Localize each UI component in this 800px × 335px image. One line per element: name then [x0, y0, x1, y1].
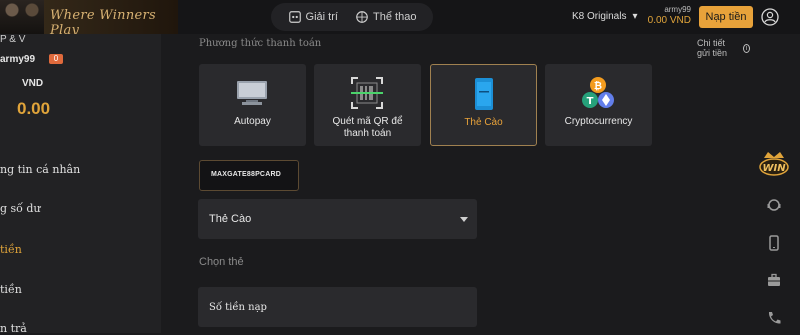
mobile-icon[interactable]: [766, 235, 782, 251]
crypto-coins-icon: ₿T: [582, 77, 614, 108]
amount-placeholder: Số tiền nạp: [209, 302, 267, 313]
brand-banner[interactable]: Where Winners Play: [0, 0, 178, 34]
provider-maxgate[interactable]: MAXGATE88PCARD: [199, 160, 299, 191]
support-icon[interactable]: [766, 197, 782, 213]
deposit-panel: Phương thức thanh toán Chi tiết gửi tiền…: [176, 34, 750, 333]
ambassador-image: [0, 0, 44, 34]
method-crypto-label: Cryptocurrency: [564, 116, 633, 127]
nav-sports-label: Thể thao: [373, 11, 417, 23]
chevron-down-icon: ▾: [632, 11, 638, 22]
amount-input[interactable]: Số tiền nạp: [198, 287, 477, 327]
user-icon[interactable]: [761, 8, 779, 26]
sidebar-balance: 0.00: [17, 99, 51, 118]
card-type-select[interactable]: Thẻ Cào: [198, 199, 477, 239]
method-scratch-card[interactable]: Thẻ Cào: [430, 64, 537, 146]
qr-scan-icon: [351, 77, 383, 109]
win-text: WIN: [762, 163, 786, 174]
svg-text:T: T: [587, 96, 594, 107]
nav-sports[interactable]: Thể thao: [355, 10, 416, 24]
payment-method-title: Phương thức thanh toán: [199, 38, 322, 49]
method-qr[interactable]: Quét mã QR để thanh toán: [314, 64, 421, 146]
ball-icon: [356, 11, 368, 23]
provider-logo: MAXGATE88PCARD: [211, 171, 281, 178]
main-nav: Giải trí Thể thao: [271, 3, 433, 31]
nav-entertainment-label: Giải trí: [305, 11, 338, 23]
deposit-detail-link[interactable]: Chi tiết gửi tiền i: [697, 38, 750, 58]
win-crown-icon[interactable]: WIN: [756, 146, 792, 182]
method-scratch-card-label: Thẻ Cào: [464, 117, 503, 128]
notification-badge: 0: [49, 54, 63, 64]
brand-slogan: Where Winners Play: [50, 8, 156, 34]
briefcase-icon[interactable]: [766, 272, 782, 288]
deposit-button[interactable]: Nạp tiền: [699, 6, 753, 28]
sidebar-item-deposit[interactable]: tiền: [0, 243, 22, 256]
dropdown-caret-icon: [460, 217, 468, 222]
card-type-value: Thẻ Cào: [209, 213, 252, 225]
k8-originals-menu[interactable]: K8 Originals ▾: [572, 11, 638, 22]
monitor-icon: [237, 81, 267, 105]
gamepad-icon: [288, 11, 301, 23]
deposit-detail-label: Chi tiết gửi tiền: [697, 38, 728, 58]
choose-card-label: Chọn thẻ: [199, 256, 244, 268]
method-autopay[interactable]: Autopay: [199, 64, 306, 146]
k8-originals-label: K8 Originals: [572, 11, 627, 22]
floating-toolbar: WIN: [750, 34, 800, 333]
sidebar-gutter: [161, 34, 176, 333]
currency-label: VND: [22, 78, 44, 89]
vip-label: P & V: [0, 34, 26, 45]
method-qr-label: Quét mã QR để thanh toán: [332, 116, 403, 139]
header-username: army99: [664, 5, 691, 14]
top-bar: Where Winners Play Giải trí Thể thao K8 …: [0, 0, 800, 34]
sidebar-item-profile[interactable]: ng tin cá nhân: [0, 163, 80, 176]
info-icon: i: [743, 43, 750, 53]
sidebar-item-balance[interactable]: g số dư: [0, 202, 41, 215]
method-crypto[interactable]: ₿ T Cryptocurrency: [545, 64, 652, 146]
svg-text:₿: ₿: [594, 80, 602, 92]
sidebar-item-refund[interactable]: n trả: [0, 322, 27, 335]
nav-entertainment[interactable]: Giải trí: [288, 10, 338, 24]
account-sidebar: P & V army99 0 VND 0.00 ng tin cá nhân g…: [0, 34, 161, 335]
sidebar-username: army99: [0, 54, 36, 65]
account-summary: army99 0.00 VND: [647, 5, 691, 26]
sidebar-item-withdraw[interactable]: tiền: [0, 283, 22, 296]
method-autopay-label: Autopay: [234, 116, 271, 127]
phone-icon[interactable]: [766, 310, 782, 326]
card-icon: [475, 78, 493, 110]
header-balance: 0.00 VND: [647, 15, 691, 26]
